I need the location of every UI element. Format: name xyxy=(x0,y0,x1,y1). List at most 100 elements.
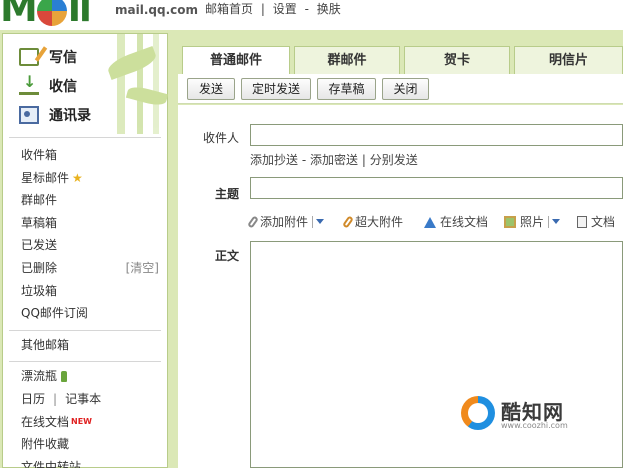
subject-label: 主题 xyxy=(215,187,240,201)
scheduled-send-button[interactable]: 定时发送 xyxy=(241,78,311,100)
send-button[interactable]: 发送 xyxy=(187,78,235,100)
save-draft-button[interactable]: 存草稿 xyxy=(317,78,376,100)
document-button[interactable]: 文档 xyxy=(577,213,615,230)
app-label: 文件中转站 xyxy=(21,459,82,468)
app-notepad[interactable]: 记事本 xyxy=(65,392,101,406)
apps-group: 漂流瓶 日历 | 记事本 在线文档 NEW 附件收藏 文件中转站 xyxy=(3,362,167,468)
folder-starred[interactable]: 星标邮件 ★ xyxy=(3,167,167,190)
chevron-down-icon[interactable] xyxy=(552,219,561,224)
big-paperclip-icon xyxy=(342,214,354,229)
main-nav: 写信 收信 通讯录 xyxy=(3,34,167,129)
app-label: 日历 xyxy=(21,391,46,406)
document-icon xyxy=(577,215,587,228)
add-attachment-button[interactable]: 添加附件 xyxy=(247,213,325,230)
separator: | xyxy=(53,391,58,406)
inbox-label: 收信 xyxy=(49,78,77,95)
folder-label: 已删除 xyxy=(21,260,58,275)
other-mailbox-group: 其他邮箱 xyxy=(3,331,167,357)
body-label: 正文 xyxy=(215,249,240,263)
tab-postcard[interactable]: 明信片 xyxy=(514,46,623,74)
to-label: 收件人 xyxy=(203,131,240,145)
document-label: 文档 xyxy=(591,215,616,229)
folder-spam[interactable]: 垃圾箱 xyxy=(3,280,167,303)
paperclip-icon xyxy=(247,214,259,229)
online-doc-label: 在线文档 xyxy=(440,215,489,229)
watermark: 酷知网 www.coozhi.com xyxy=(461,396,601,436)
coozhi-logo-icon xyxy=(461,396,495,430)
folder-label: 星标邮件 xyxy=(21,170,70,185)
add-cc-link[interactable]: 添加抄送 xyxy=(250,153,298,167)
bottle-icon xyxy=(61,371,68,383)
app-label: 附件收藏 xyxy=(21,437,70,452)
compose-icon xyxy=(19,47,39,66)
app-calendar[interactable]: 日历 | 记事本 xyxy=(3,388,167,411)
compose-label: 写信 xyxy=(49,49,77,66)
online-doc-button[interactable]: 在线文档 xyxy=(424,213,488,230)
folder-group-mail[interactable]: 群邮件 xyxy=(3,189,167,212)
separate-send-link[interactable]: 分别发送 xyxy=(370,153,418,167)
inbox-icon xyxy=(19,72,39,95)
photo-button[interactable]: 照片 xyxy=(504,213,561,230)
add-attachment-label: 添加附件 xyxy=(260,215,309,229)
contacts-label: 通讯录 xyxy=(49,107,91,124)
separator: | xyxy=(361,153,366,167)
app-drift-bottle[interactable]: 漂流瓶 xyxy=(3,365,167,388)
mail-domain: mail.qq.com xyxy=(115,3,198,17)
contacts-icon xyxy=(19,105,39,124)
folder-sent[interactable]: 已发送 xyxy=(3,234,167,257)
folder-other-mailboxes[interactable]: 其他邮箱 xyxy=(3,334,167,357)
compose-toolbar: 发送 定时发送 存草稿 关闭 xyxy=(178,74,623,104)
close-button[interactable]: 关闭 xyxy=(382,78,429,100)
top-links: 邮箱首页 | 设置 - 换肤 xyxy=(205,0,345,17)
folder-label: 草稿箱 xyxy=(21,215,58,230)
subject-input[interactable] xyxy=(250,177,623,199)
folder-drafts[interactable]: 草稿箱 xyxy=(3,212,167,235)
folder-label: 垃圾箱 xyxy=(21,283,58,298)
app-label: 在线文档 xyxy=(21,414,70,429)
star-icon: ★ xyxy=(72,170,83,185)
top-links-divider: | xyxy=(260,2,265,16)
recipient-input[interactable] xyxy=(250,124,623,146)
folder-list: 收件箱 星标邮件 ★ 群邮件 草稿箱 已发送 已删除 [清空] 垃圾箱 QQ邮件订阅 xyxy=(3,138,167,325)
app-online-docs[interactable]: 在线文档 NEW xyxy=(3,411,167,434)
divider xyxy=(548,215,550,228)
divider xyxy=(312,215,314,228)
inbox-button[interactable]: 收信 xyxy=(3,71,167,100)
compose-button[interactable]: 写信 xyxy=(3,42,167,71)
header: Mil mail.qq.com 邮箱首页 | 设置 - 换肤 xyxy=(0,0,623,30)
folder-label: QQ邮件订阅 xyxy=(21,306,88,321)
chevron-down-icon[interactable] xyxy=(316,219,325,224)
separator: - xyxy=(301,153,307,167)
photo-icon xyxy=(504,215,516,228)
sidebar: 写信 收信 通讯录 收件箱 星标邮件★ 群邮件 草稿箱 已发送 已删除 [清空] … xyxy=(2,33,168,468)
settings-link[interactable]: 设置 xyxy=(273,2,297,16)
app-label: 漂流瓶 xyxy=(21,369,58,384)
tab-normal-mail[interactable]: 普通邮件 xyxy=(182,46,290,76)
qq-mail-logo[interactable]: Mil xyxy=(0,0,92,28)
folder-label: 收件箱 xyxy=(21,148,58,162)
watermark-url: www.coozhi.com xyxy=(501,421,568,430)
folder-subscriptions[interactable]: QQ邮件订阅 xyxy=(3,302,167,325)
big-attachment-button[interactable]: 超大附件 xyxy=(342,213,404,230)
empty-trash-link[interactable]: [清空] xyxy=(126,257,159,280)
app-attachment-favorites[interactable]: 附件收藏 xyxy=(3,433,167,456)
cc-links: 添加抄送 - 添加密送 | 分别发送 xyxy=(250,151,418,168)
big-attachment-label: 超大附件 xyxy=(355,215,404,229)
online-doc-icon xyxy=(424,216,436,228)
tab-greeting-card[interactable]: 贺卡 xyxy=(404,46,510,74)
photo-label: 照片 xyxy=(520,215,545,229)
contacts-button[interactable]: 通讯录 xyxy=(3,100,167,129)
app-file-transfer[interactable]: 文件中转站 xyxy=(3,456,167,468)
add-bcc-link[interactable]: 添加密送 xyxy=(310,153,358,167)
change-skin-link[interactable]: 换肤 xyxy=(317,2,341,16)
mailbox-home-link[interactable]: 邮箱首页 xyxy=(205,2,253,16)
folder-label: 群邮件 xyxy=(21,193,58,208)
tab-group-mail[interactable]: 群邮件 xyxy=(294,46,400,74)
folder-deleted[interactable]: 已删除 [清空] xyxy=(3,257,167,280)
top-links-dash: - xyxy=(304,2,309,16)
folder-inbox[interactable]: 收件箱 xyxy=(3,144,167,167)
new-badge: NEW xyxy=(71,416,92,426)
compose-tabs: 普通邮件 群邮件 贺卡 明信片 xyxy=(178,44,623,76)
attachment-bar: 添加附件 超大附件 在线文档 照片 文档 xyxy=(247,213,623,233)
folder-label: 已发送 xyxy=(21,238,58,253)
